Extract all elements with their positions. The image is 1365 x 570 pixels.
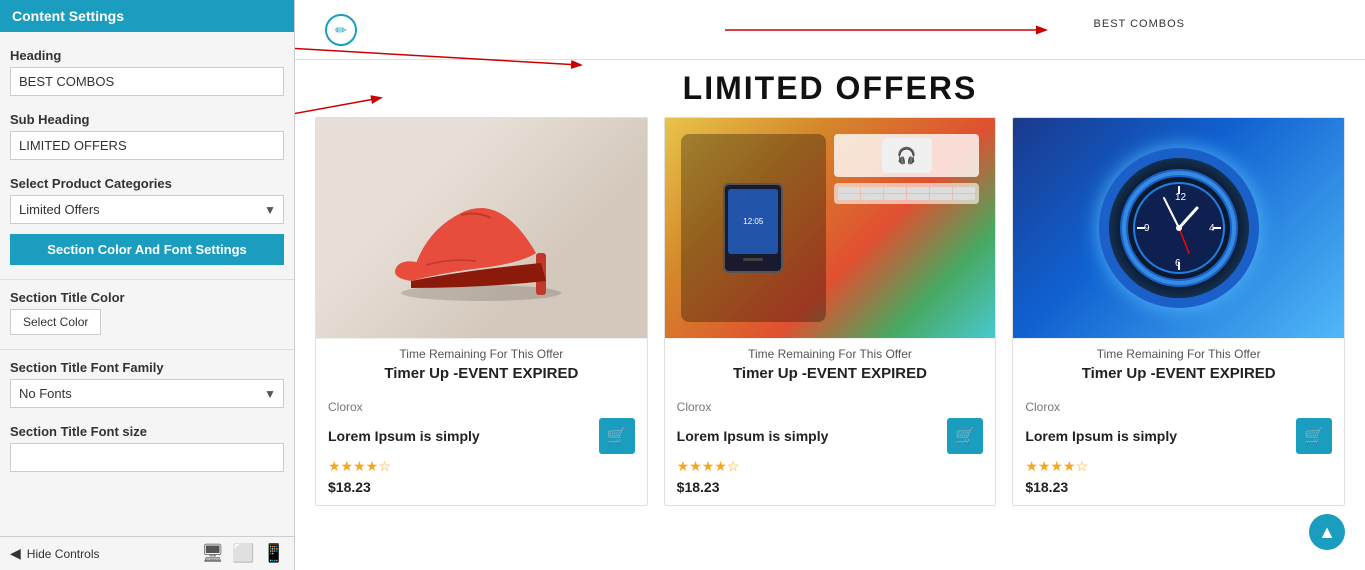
heading-section: LIMITED OFFERS: [315, 70, 1345, 107]
pencil-icon: ✏: [335, 22, 347, 39]
product-brand-2: Clorox: [677, 400, 984, 414]
product-image-shoes: [316, 118, 647, 338]
desktop-icon[interactable]: 🖥: [201, 543, 224, 564]
section-color-font-btn[interactable]: Section Color And Font Settings: [10, 234, 284, 265]
select-color-button[interactable]: Select Color: [10, 309, 101, 335]
annotation-bar: ✏ BEST COMBOS: [295, 0, 1365, 60]
heading-label: Heading: [0, 42, 294, 67]
product-categories-wrapper: Limited Offers Best Sellers New Arrivals…: [10, 195, 284, 224]
product-brand-3: Clorox: [1025, 400, 1332, 414]
product-row-2: Lorem Ipsum is simply 🛒: [677, 418, 984, 454]
timer-expired-2: Timer Up -EVENT EXPIRED: [665, 365, 996, 390]
main-area: LIMITED OFFERS: [295, 60, 1365, 516]
edit-icon-circle[interactable]: ✏: [325, 14, 357, 46]
panel-header: Content Settings: [0, 0, 294, 32]
right-content: ✏ BEST COMBOS LIMITED OFFERS: [295, 0, 1365, 570]
product-card-1: Time Remaining For This Offer Timer Up -…: [315, 117, 648, 506]
timer-expired-1: Timer Up -EVENT EXPIRED: [316, 365, 647, 390]
keyboard-visual: [834, 183, 979, 204]
divider: [0, 279, 294, 280]
product-card-3: 12 6 9 4: [1012, 117, 1345, 506]
add-to-cart-btn-2[interactable]: 🛒: [947, 418, 983, 454]
tablet-icon[interactable]: ⬜: [232, 543, 254, 564]
hide-controls-arrow: ◀: [10, 545, 21, 562]
sub-heading-input[interactable]: [10, 131, 284, 160]
product-stars-1: ★★★★☆: [328, 458, 635, 475]
product-info-3: Clorox Lorem Ipsum is simply 🛒 ★★★★☆ $18…: [1013, 390, 1344, 505]
hide-controls-label: Hide Controls: [27, 547, 100, 561]
timer-expired-3: Timer Up -EVENT EXPIRED: [1013, 365, 1344, 390]
font-size-label: Section Title Font size: [0, 418, 294, 443]
product-image-tech: 12:05 🎧: [665, 118, 996, 338]
products-grid: Time Remaining For This Offer Timer Up -…: [315, 117, 1345, 506]
divider2: [0, 349, 294, 350]
product-row-1: Lorem Ipsum is simply 🛒: [328, 418, 635, 454]
product-price-3: $18.23: [1025, 479, 1332, 495]
product-info-2: Clorox Lorem Ipsum is simply 🛒 ★★★★☆ $18…: [665, 390, 996, 505]
product-title-1: Lorem Ipsum is simply: [328, 428, 599, 444]
watch-face-svg: 12 6 9 4: [1119, 168, 1239, 288]
product-categories-select[interactable]: Limited Offers Best Sellers New Arrivals: [10, 195, 284, 224]
product-price-1: $18.23: [328, 479, 635, 495]
timer-label-1: Time Remaining For This Offer: [316, 338, 647, 365]
section-title-color-label: Section Title Color: [0, 284, 294, 309]
product-title-2: Lorem Ipsum is simply: [677, 428, 948, 444]
add-to-cart-btn-3[interactable]: 🛒: [1296, 418, 1332, 454]
scroll-up-button[interactable]: ▲: [1309, 514, 1345, 550]
font-family-wrapper: No Fonts Arial Roboto Open Sans ▼: [10, 379, 284, 408]
product-categories-label: Select Product Categories: [0, 170, 294, 195]
arrow-up-icon: ▲: [1318, 522, 1336, 543]
shoe-illustration: [381, 138, 581, 318]
phone-visual: 12:05: [681, 134, 826, 322]
accessories-visual: 🎧: [834, 134, 979, 322]
timer-label-2: Time Remaining For This Offer: [665, 338, 996, 365]
best-combos-annotation: BEST COMBOS: [1094, 18, 1185, 30]
product-stars-2: ★★★★☆: [677, 458, 984, 475]
svg-text:9: 9: [1144, 223, 1150, 234]
timer-label-3: Time Remaining For This Offer: [1013, 338, 1344, 365]
tech-grid: 12:05 🎧: [665, 118, 996, 338]
product-row-3: Lorem Ipsum is simply 🛒: [1025, 418, 1332, 454]
font-size-input[interactable]: [10, 443, 284, 472]
product-card-2: 12:05 🎧: [664, 117, 997, 506]
airpods-visual: 🎧: [834, 134, 979, 177]
product-price-2: $18.23: [677, 479, 984, 495]
svg-text:12: 12: [1175, 192, 1187, 203]
hide-controls-area[interactable]: ◀ Hide Controls: [10, 545, 99, 562]
left-panel: Content Settings Heading Sub Heading Sel…: [0, 0, 295, 570]
main-heading: LIMITED OFFERS: [315, 70, 1345, 107]
sub-heading-label: Sub Heading: [0, 106, 294, 131]
product-brand-1: Clorox: [328, 400, 635, 414]
bottom-bar: ◀ Hide Controls 🖥 ⬜ 📱: [0, 536, 295, 570]
mobile-icon[interactable]: 📱: [263, 543, 285, 564]
font-family-select[interactable]: No Fonts Arial Roboto Open Sans: [10, 379, 284, 408]
product-stars-3: ★★★★☆: [1025, 458, 1332, 475]
device-icons: 🖥 ⬜ 📱: [201, 543, 285, 564]
font-family-label: Section Title Font Family: [0, 354, 294, 379]
watch-visual: 12 6 9 4: [1099, 148, 1259, 308]
svg-text:4: 4: [1209, 223, 1215, 234]
svg-text:6: 6: [1175, 258, 1181, 269]
annotation-svg-top: [295, 0, 1365, 60]
add-to-cart-btn-1[interactable]: 🛒: [599, 418, 635, 454]
product-image-watch: 12 6 9 4: [1013, 118, 1344, 338]
heading-input[interactable]: [10, 67, 284, 96]
product-info-1: Clorox Lorem Ipsum is simply 🛒 ★★★★☆ $18…: [316, 390, 647, 505]
product-title-3: Lorem Ipsum is simply: [1025, 428, 1296, 444]
